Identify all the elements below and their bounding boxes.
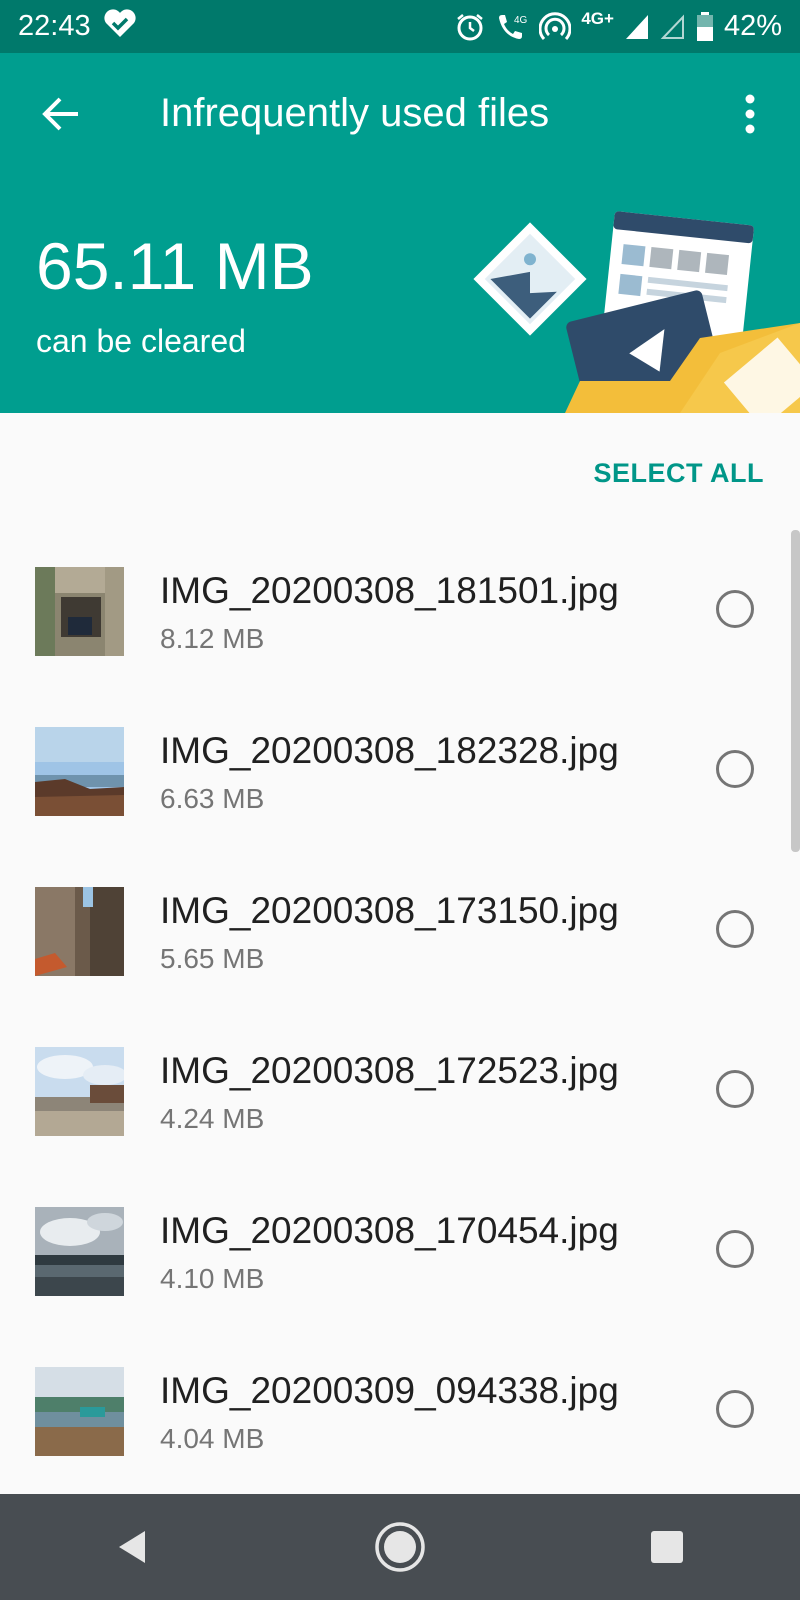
list-item[interactable]: IMG_20200309_094338.jpg 4.04 MB	[0, 1310, 800, 1470]
select-radio[interactable]	[716, 1230, 754, 1268]
svg-text:4G: 4G	[514, 15, 528, 26]
battery-icon	[696, 11, 714, 42]
home-circle-icon	[375, 1522, 425, 1572]
app-header: Infrequently used files 65.11 MB can be …	[0, 53, 800, 413]
file-name: IMG_20200308_170454.jpg	[160, 1210, 619, 1251]
list-item[interactable]: IMG_20200308_170454.jpg 4.10 MB	[0, 1150, 800, 1310]
file-size: 4.24 MB	[160, 1103, 265, 1134]
file-thumbnail	[35, 887, 124, 976]
file-thumbnail	[35, 567, 124, 656]
list-item[interactable]: IMG_20200308_181501.jpg 8.12 MB	[0, 510, 800, 670]
list-item[interactable]: IMG_20200308_172523.jpg 4.24 MB	[0, 990, 800, 1150]
more-options-button[interactable]	[730, 89, 770, 139]
select-radio[interactable]	[716, 1070, 754, 1108]
list-item[interactable]: IMG_20200308_173150.jpg 5.65 MB	[0, 830, 800, 990]
file-size: 5.65 MB	[160, 943, 265, 974]
select-all-button[interactable]: SELECT ALL	[594, 458, 765, 489]
select-radio[interactable]	[716, 590, 754, 628]
file-name: IMG_20200308_173150.jpg	[160, 890, 619, 931]
status-bar: 22:43 4G 4G+ 42%	[0, 0, 800, 53]
hotspot-icon	[539, 11, 572, 42]
volte-call-icon: 4G	[495, 12, 529, 42]
clearable-size: 65.11 MB	[36, 229, 314, 303]
battery-percent: 42%	[723, 10, 782, 42]
file-thumbnail	[35, 1047, 124, 1136]
file-name: IMG_20200308_172523.jpg	[160, 1050, 619, 1091]
scrollbar[interactable]	[791, 530, 800, 852]
file-size: 6.63 MB	[160, 783, 265, 814]
arrow-back-icon	[42, 97, 78, 131]
file-size: 4.04 MB	[160, 1423, 265, 1454]
file-name: IMG_20200309_094338.jpg	[160, 1370, 619, 1411]
clock: 22:43	[18, 10, 91, 42]
signal-empty-icon	[660, 13, 686, 41]
more-vert-icon	[745, 94, 755, 134]
nav-home-button[interactable]	[360, 1507, 440, 1587]
clearable-caption: can be cleared	[36, 323, 246, 359]
file-size: 8.12 MB	[160, 623, 265, 654]
network-type: 4G+	[581, 8, 614, 28]
select-radio[interactable]	[716, 910, 754, 948]
recents-square-icon	[650, 1531, 683, 1563]
list-item[interactable]: IMG_20200308_182328.jpg 6.63 MB	[0, 670, 800, 830]
navigation-bar	[0, 1494, 800, 1600]
nav-recents-button[interactable]	[627, 1507, 707, 1587]
files-illustration	[473, 211, 800, 413]
select-radio[interactable]	[716, 1390, 754, 1428]
file-thumbnail	[35, 1207, 124, 1296]
back-triangle-icon	[119, 1531, 146, 1563]
nav-back-button[interactable]	[93, 1507, 173, 1587]
select-radio[interactable]	[716, 750, 754, 788]
signal-icon	[624, 13, 650, 41]
file-thumbnail	[35, 1367, 124, 1456]
alarm-icon	[455, 12, 485, 42]
file-thumbnail	[35, 727, 124, 816]
back-button[interactable]	[36, 89, 86, 139]
file-list: IMG_20200308_181501.jpg 8.12 MB IMG_2020…	[0, 510, 800, 1470]
file-name: IMG_20200308_182328.jpg	[160, 730, 619, 771]
file-name: IMG_20200308_181501.jpg	[160, 570, 619, 611]
file-size: 4.10 MB	[160, 1263, 265, 1294]
page-title: Infrequently used files	[160, 91, 550, 135]
heart-check-icon	[103, 8, 137, 46]
